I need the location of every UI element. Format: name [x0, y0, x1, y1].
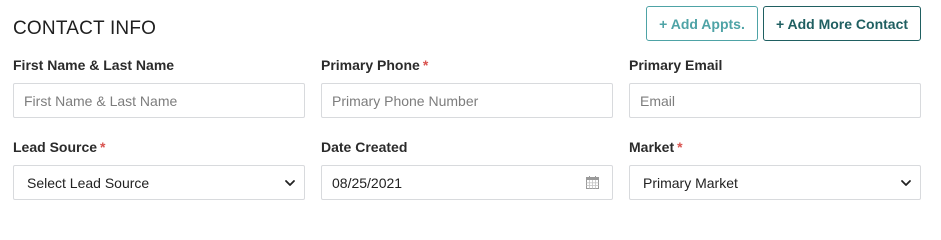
add-more-contact-button[interactable]: + Add More Contact	[763, 6, 921, 41]
required-mark: *	[100, 139, 106, 155]
calendar-icon[interactable]	[586, 175, 599, 189]
market-selected-value: Primary Market	[643, 174, 738, 191]
phone-label-text: Primary Phone	[321, 57, 420, 73]
market-label: Market *	[629, 139, 921, 157]
email-input[interactable]	[630, 84, 920, 117]
lead-source-selected-value: Select Lead Source	[27, 174, 150, 191]
email-label-text: Primary Email	[629, 57, 723, 73]
date-created-input[interactable]	[322, 166, 612, 199]
phone-label: Primary Phone *	[321, 57, 613, 75]
lead-source-select[interactable]: Select Lead Source	[13, 165, 305, 200]
required-mark: *	[422, 57, 429, 73]
date-created-field-group: Date Created	[321, 139, 613, 200]
phone-input[interactable]	[322, 84, 612, 117]
name-field-group: First Name & Last Name	[13, 57, 305, 118]
name-input-wrapper	[13, 83, 305, 118]
email-input-wrapper	[629, 83, 921, 118]
name-label-text: First Name & Last Name	[13, 57, 175, 73]
lead-source-label-text: Lead Source	[13, 139, 98, 155]
phone-input-wrapper	[321, 83, 613, 118]
market-label-text: Market	[629, 139, 675, 155]
market-field-group: Market * Primary Market	[629, 139, 921, 200]
date-created-input-wrapper	[321, 165, 613, 200]
chevron-down-icon	[901, 179, 911, 186]
section-title: CONTACT INFO	[13, 18, 157, 39]
market-select[interactable]: Primary Market	[629, 165, 921, 200]
lead-source-field-group: Lead Source * Select Lead Source	[13, 139, 305, 200]
date-created-label: Date Created	[321, 139, 613, 157]
phone-field-group: Primary Phone *	[321, 57, 613, 118]
email-field-group: Primary Email	[629, 57, 921, 118]
email-label: Primary Email	[629, 57, 921, 75]
chevron-down-icon	[285, 179, 295, 186]
contact-info-panel: CONTACT INFO + Add Appts. + Add More Con…	[0, 0, 941, 226]
required-mark: *	[677, 139, 683, 155]
date-created-label-text: Date Created	[321, 139, 408, 155]
add-appts-button[interactable]: + Add Appts.	[646, 6, 758, 41]
lead-source-label: Lead Source *	[13, 139, 305, 157]
name-input[interactable]	[14, 84, 304, 117]
name-label: First Name & Last Name	[13, 57, 305, 75]
